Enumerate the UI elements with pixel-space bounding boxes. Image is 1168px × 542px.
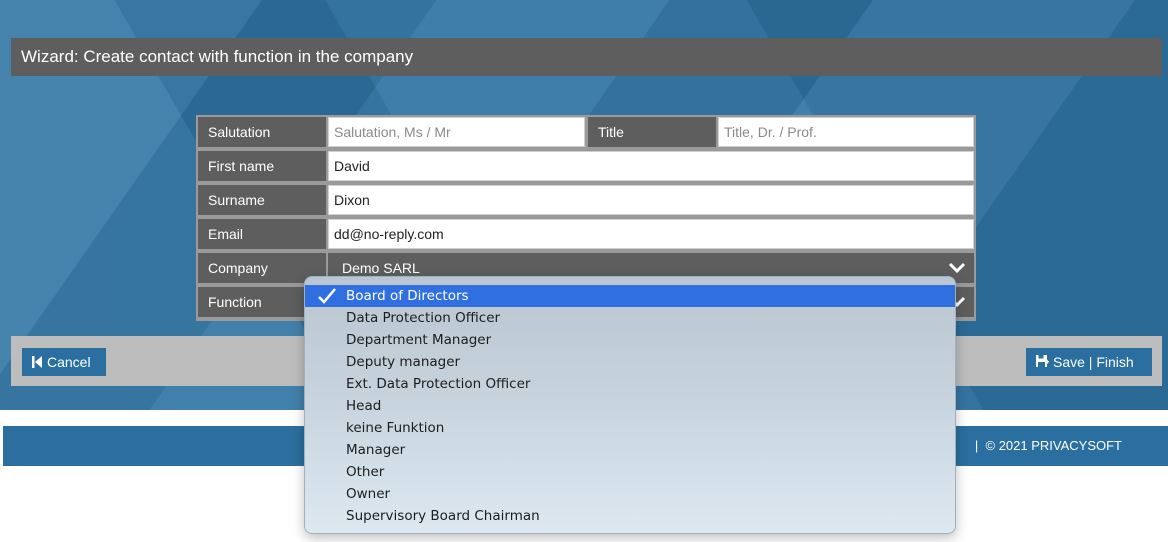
option-label: Supervisory Board Chairman	[346, 508, 540, 524]
cancel-button[interactable]: Cancel	[22, 348, 106, 376]
dropdown-option-other[interactable]: Other	[305, 461, 955, 483]
cancel-label: Cancel	[47, 354, 91, 370]
surname-input[interactable]: Dixon	[328, 185, 974, 215]
dropdown-option-keine-funktion[interactable]: keine Funktion	[305, 417, 955, 439]
option-label: Head	[346, 398, 382, 414]
dropdown-option-department-manager[interactable]: Department Manager	[305, 329, 955, 351]
title-input[interactable]: Title, Dr. / Prof.	[718, 117, 974, 147]
checkmark-icon	[318, 288, 336, 304]
title-label: Title	[588, 117, 716, 147]
option-label: Department Manager	[346, 332, 492, 348]
save-finish-button[interactable]: Save | Finish	[1026, 348, 1152, 376]
dropdown-option-board-of-directors[interactable]: Board of Directors	[305, 285, 955, 307]
save-icon	[1036, 355, 1049, 367]
option-label: Deputy manager	[346, 354, 461, 370]
option-label: Manager	[346, 442, 406, 458]
dropdown-option-ext-data-protection-officer[interactable]: Ext. Data Protection Officer	[305, 373, 955, 395]
skip-back-icon	[32, 356, 42, 368]
surname-label: Surname	[198, 185, 326, 215]
footer-copyright: | © 2021 PRIVACYSOFT	[975, 426, 1122, 466]
save-finish-label: Save | Finish	[1053, 354, 1134, 370]
option-label: keine Funktion	[346, 420, 445, 436]
dropdown-option-manager[interactable]: Manager	[305, 439, 955, 461]
dropdown-option-owner[interactable]: Owner	[305, 483, 955, 505]
function-dropdown-menu: Board of Directors Data Protection Offic…	[304, 276, 956, 534]
option-label: Ext. Data Protection Officer	[346, 376, 531, 392]
dropdown-option-deputy-manager[interactable]: Deputy manager	[305, 351, 955, 373]
option-label: Other	[346, 464, 385, 480]
salutation-input[interactable]: Salutation, Ms / Mr	[328, 117, 585, 147]
option-label: Board of Directors	[346, 288, 469, 304]
company-select-value: Demo SARL	[342, 260, 420, 276]
chevron-down-icon	[948, 262, 966, 274]
page-title: Wizard: Create contact with function in …	[11, 38, 1162, 76]
first-name-label: First name	[198, 151, 326, 181]
dropdown-option-supervisory-board-chairman[interactable]: Supervisory Board Chairman	[305, 505, 955, 527]
option-label: Data Protection Officer	[346, 310, 501, 326]
salutation-label: Salutation	[198, 117, 326, 147]
email-label: Email	[198, 219, 326, 249]
footer-separator: |	[974, 438, 979, 453]
copyright-text: © 2021 PRIVACYSOFT	[985, 438, 1123, 453]
first-name-input[interactable]: David	[328, 151, 974, 181]
option-label: Owner	[346, 486, 391, 502]
dropdown-option-data-protection-officer[interactable]: Data Protection Officer	[305, 307, 955, 329]
dropdown-option-head[interactable]: Head	[305, 395, 955, 417]
email-input[interactable]: dd@no-reply.com	[328, 219, 974, 249]
